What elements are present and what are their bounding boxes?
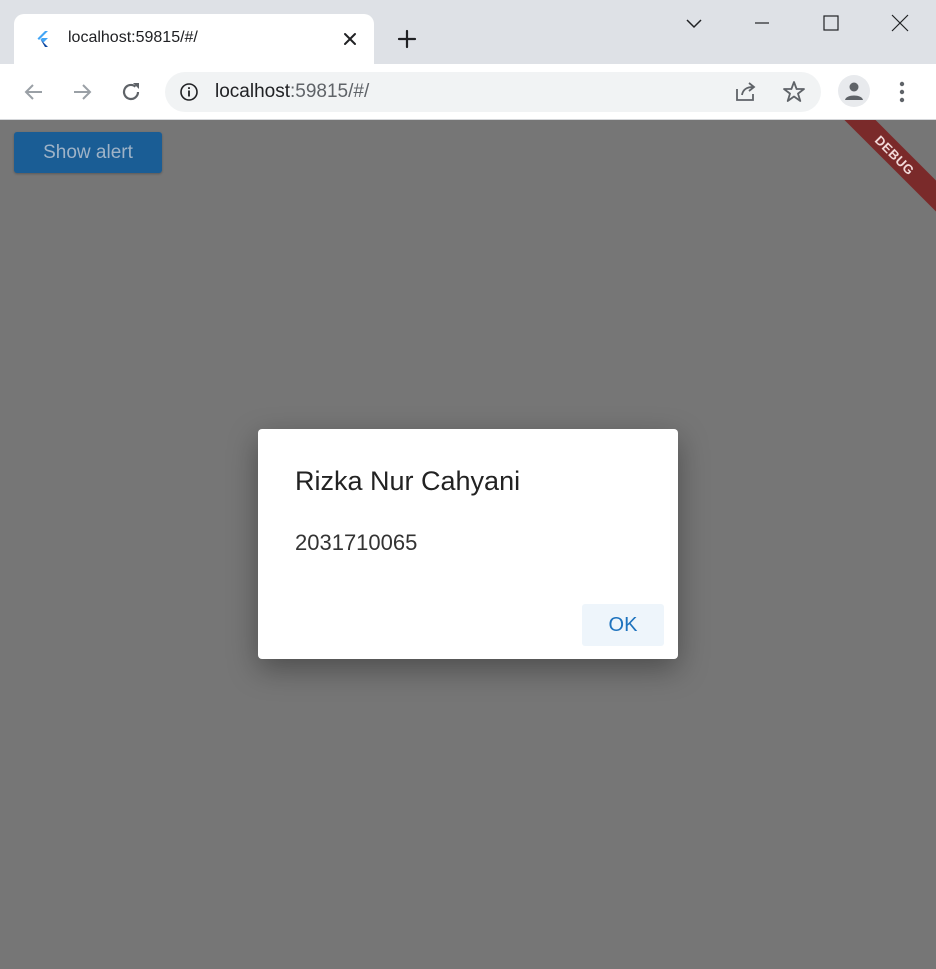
tab-title: localhost:59815/#/ xyxy=(68,29,198,46)
back-arrow-icon[interactable] xyxy=(18,76,50,108)
dialog-content: 2031710065 xyxy=(295,530,418,555)
app-viewport[interactable]: Show alert DEBUG Rizka Nur Cahyani 20317… xyxy=(0,120,936,969)
maximize-icon[interactable] xyxy=(811,8,851,38)
new-tab-icon[interactable] xyxy=(392,24,422,54)
debug-banner: DEBUG xyxy=(834,120,936,216)
profile-avatar-icon[interactable] xyxy=(838,75,870,107)
minimize-icon[interactable] xyxy=(742,8,782,38)
browser-toolbar: localhost:59815/#/ xyxy=(0,64,936,120)
site-info-icon[interactable] xyxy=(179,82,199,102)
browser-tab[interactable]: localhost:59815/#/ xyxy=(14,14,374,65)
forward-arrow-icon[interactable] xyxy=(66,76,98,108)
bookmark-star-icon[interactable] xyxy=(780,78,808,106)
address-bar[interactable]: localhost:59815/#/ xyxy=(165,72,821,112)
dialog-title: Rizka Nur Cahyani xyxy=(295,466,521,496)
tab-strip: localhost:59815/#/ xyxy=(0,0,936,65)
share-icon[interactable] xyxy=(732,78,760,106)
tab-search-chevron-icon[interactable] xyxy=(674,8,714,38)
show-alert-button[interactable]: Show alert xyxy=(14,132,162,173)
menu-kebab-icon[interactable] xyxy=(888,76,916,108)
ok-button[interactable]: OK xyxy=(582,604,664,646)
flutter-logo-icon xyxy=(34,30,52,48)
close-tab-icon[interactable] xyxy=(339,28,361,50)
url-text: localhost:59815/#/ xyxy=(215,81,369,103)
browser-window: localhost:59815/#/ localhost:59815/#/ Sh… xyxy=(0,0,936,969)
url-host: localhost xyxy=(215,81,290,102)
close-window-icon[interactable] xyxy=(880,8,920,38)
alert-dialog: Rizka Nur Cahyani 2031710065 OK xyxy=(258,429,678,659)
reload-icon[interactable] xyxy=(115,76,147,108)
url-path: :59815/#/ xyxy=(290,81,370,102)
